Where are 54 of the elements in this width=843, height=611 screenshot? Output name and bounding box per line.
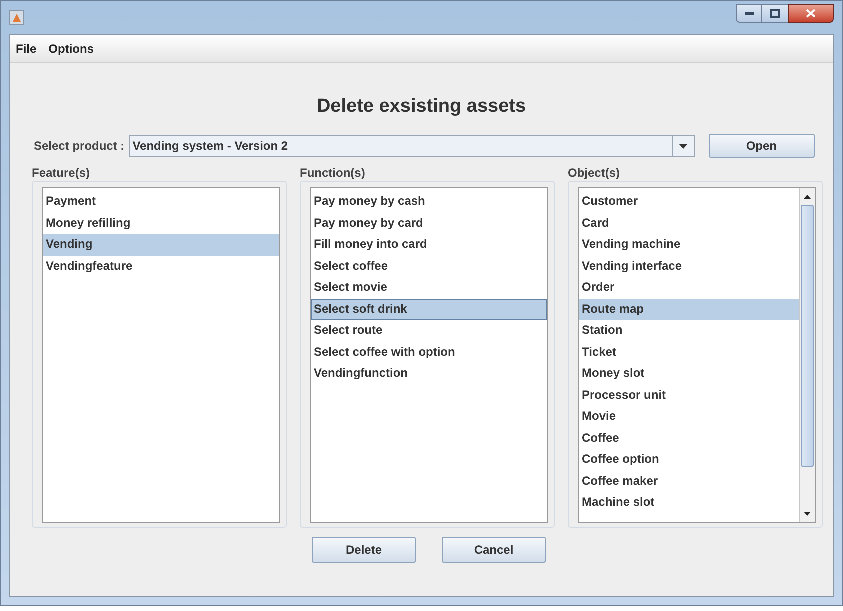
list-item[interactable]: Customer bbox=[579, 191, 799, 212]
minimize-icon bbox=[744, 12, 754, 15]
list-item[interactable]: Ticket bbox=[579, 342, 799, 363]
list-box[interactable]: Payment Money refilling Vending Vendingfeature bbox=[42, 187, 280, 523]
list-item[interactable]: Pay money by card bbox=[311, 212, 547, 234]
list-item[interactable]: Coffee option bbox=[579, 449, 799, 470]
list-item[interactable]: Processor unit bbox=[579, 384, 799, 406]
list-item[interactable]: Select coffee with option bbox=[311, 342, 547, 363]
list-item[interactable]: Station bbox=[579, 320, 799, 342]
product-label: Select product : bbox=[34, 138, 125, 155]
list-item[interactable]: Vending bbox=[43, 234, 279, 256]
scroll-down-icon[interactable] bbox=[804, 512, 811, 516]
list-item[interactable]: Money slot bbox=[579, 363, 799, 384]
list-item[interactable]: Movie bbox=[579, 406, 799, 428]
menu-item[interactable]: File bbox=[16, 40, 37, 58]
list-item[interactable]: Money refilling bbox=[43, 212, 279, 234]
list-item[interactable]: Coffee maker bbox=[579, 470, 799, 492]
dialog-button[interactable]: Cancel bbox=[442, 537, 546, 563]
group-title: Object(s) bbox=[568, 165, 620, 181]
list-item[interactable]: Vending machine bbox=[579, 234, 799, 256]
list-item[interactable]: Vendingfunction bbox=[311, 363, 547, 384]
list-item[interactable]: Fill money into card bbox=[311, 234, 547, 256]
menu-item[interactable]: Options bbox=[48, 40, 94, 58]
list-item[interactable]: Machine slot bbox=[579, 492, 799, 514]
list-item[interactable]: Pay money by cash bbox=[311, 191, 547, 212]
list-item[interactable]: Select coffee bbox=[311, 256, 547, 277]
scroll-thumb[interactable] bbox=[801, 205, 814, 467]
list-item[interactable]: Select movie bbox=[311, 277, 547, 298]
group-title: Function(s) bbox=[300, 165, 366, 181]
list-item[interactable]: Route map bbox=[579, 298, 799, 320]
close-icon bbox=[806, 9, 816, 18]
list-item[interactable]: Select route bbox=[311, 320, 547, 342]
list-item[interactable]: Select soft drink bbox=[311, 298, 547, 320]
list-box[interactable]: Customer Card Vending machine Vending interface Order Route map Station Ticket Money slot Processor unit Movie Coffee Coffee option Coffee maker Machine slot bbox=[578, 187, 816, 523]
list-item[interactable]: Vendingfeature bbox=[43, 256, 279, 277]
list-box[interactable]: Pay money by cash Pay money by card Fill money into card Select coffee Select movie Select soft drink Select route Select coffee with option Vendingfunction bbox=[310, 187, 548, 523]
list-item[interactable]: Card bbox=[579, 212, 799, 234]
app-icon bbox=[9, 10, 25, 26]
list-item[interactable]: Vending interface bbox=[579, 256, 799, 277]
minimize-button[interactable] bbox=[736, 4, 762, 23]
dropdown-arrow-icon bbox=[678, 144, 688, 148]
open-button[interactable]: Open bbox=[708, 134, 815, 158]
list-item[interactable]: Payment bbox=[43, 191, 279, 212]
list-item[interactable]: Coffee bbox=[579, 428, 799, 449]
dialog-button[interactable]: Delete bbox=[312, 537, 416, 563]
list-item[interactable]: Order bbox=[579, 277, 799, 298]
dialog-heading: Delete exsisting assets bbox=[316, 94, 526, 118]
group-title: Feature(s) bbox=[32, 165, 90, 181]
product-dropdown[interactable]: Vending system - Version 2 bbox=[128, 135, 695, 157]
scroll-up-icon[interactable] bbox=[804, 194, 811, 198]
maximize-icon bbox=[770, 9, 780, 18]
scrollbar[interactable] bbox=[799, 188, 815, 522]
close-button[interactable] bbox=[788, 4, 834, 23]
maximize-button[interactable] bbox=[762, 4, 788, 23]
